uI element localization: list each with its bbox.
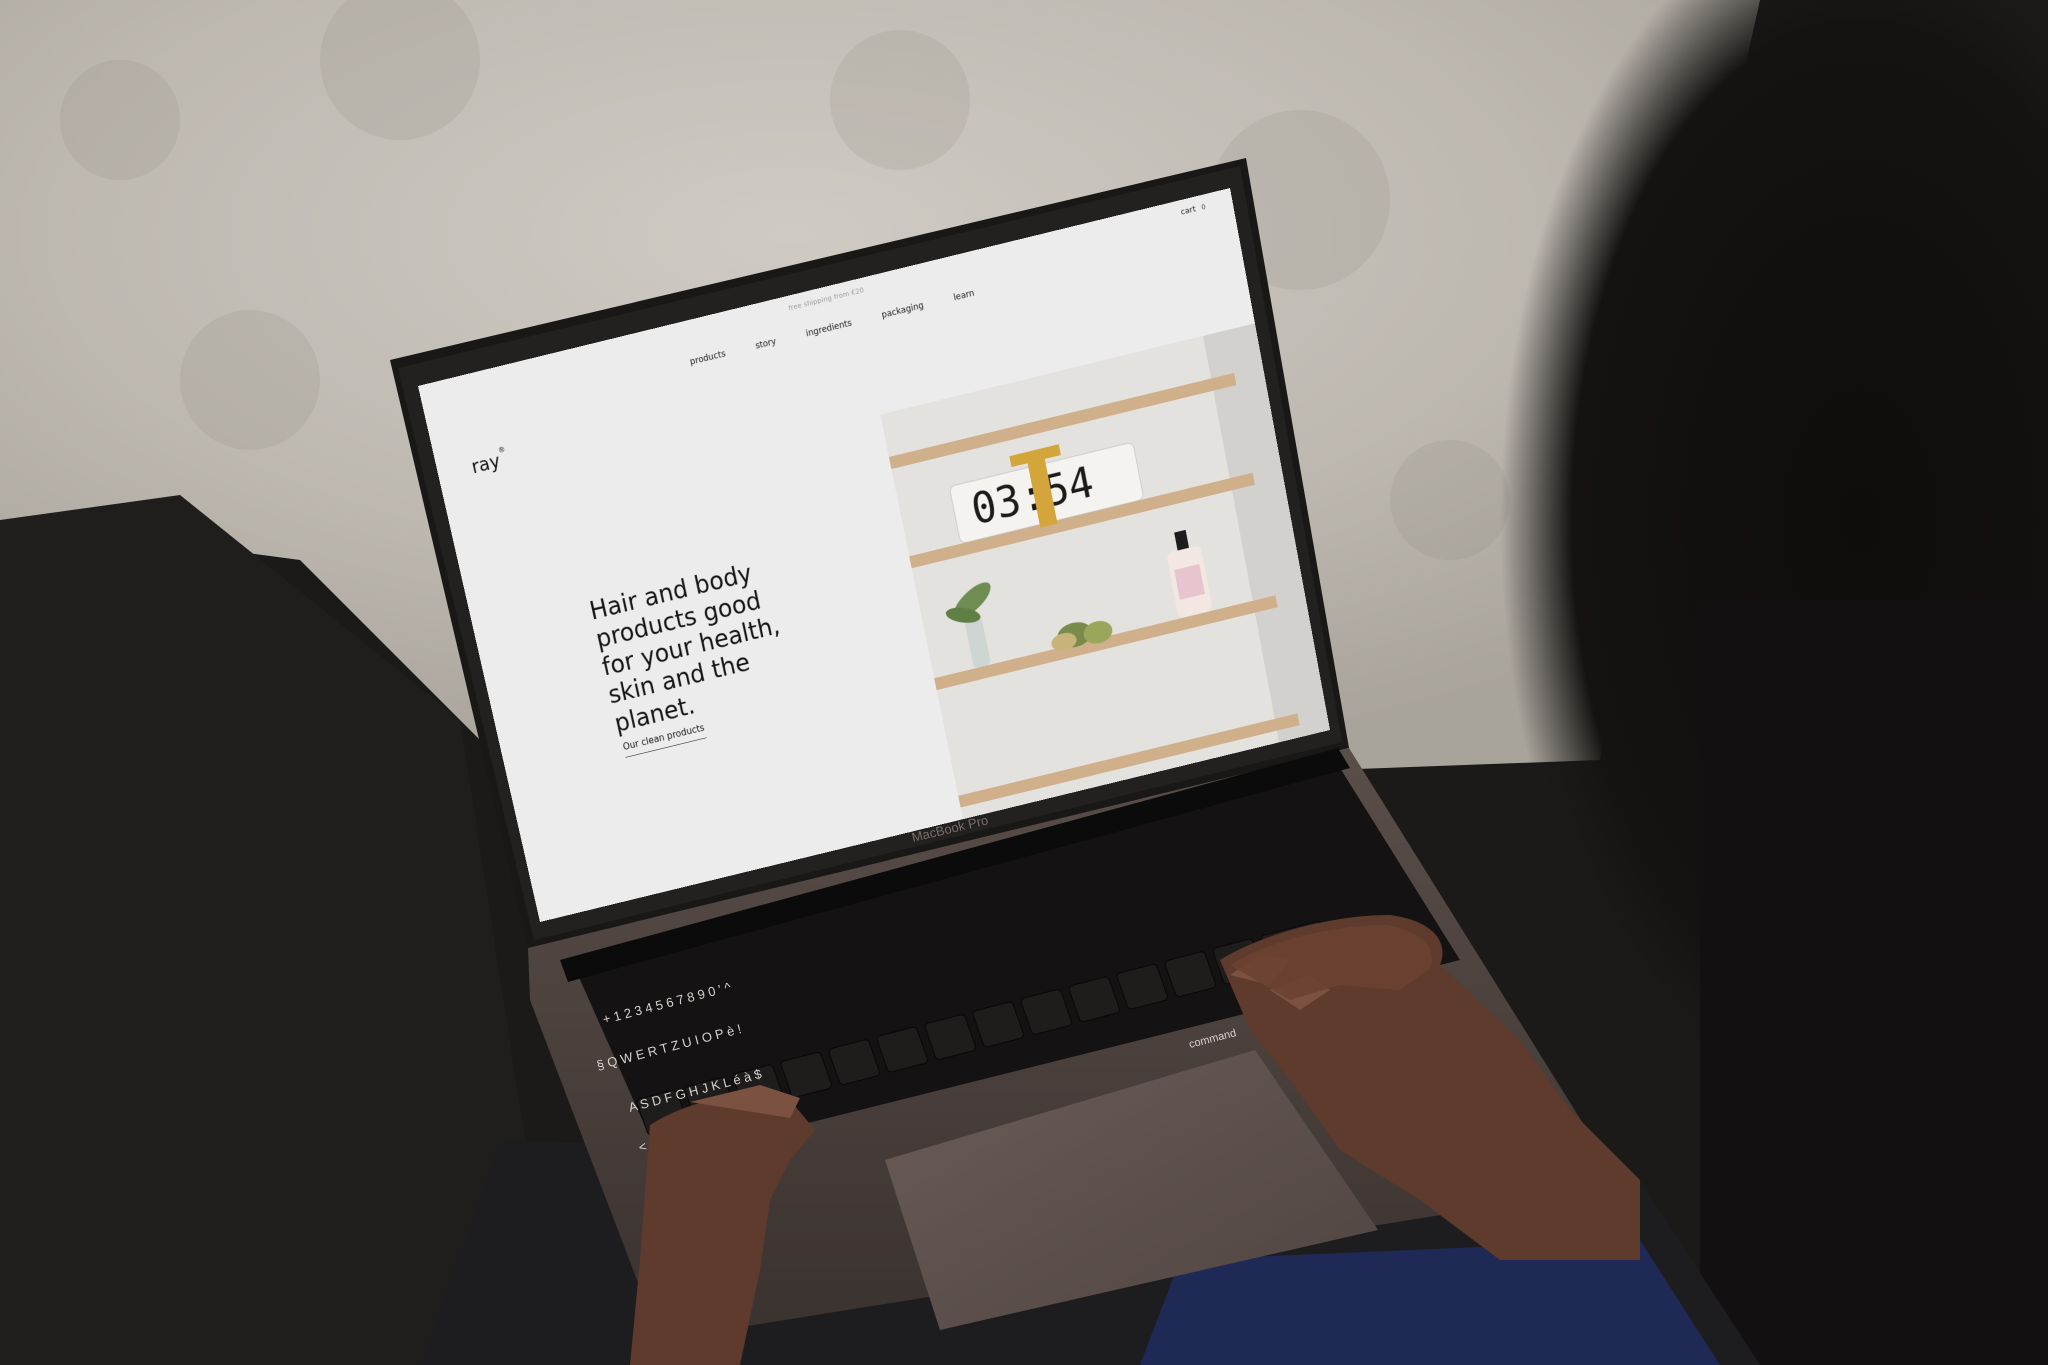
logo-text: ray [470, 450, 503, 478]
nav-item-story[interactable]: story [755, 336, 778, 351]
hero-heading: Hair and body products good for your hea… [587, 552, 806, 738]
cart-link[interactable]: cart 0 [1179, 195, 1208, 226]
cart-label: cart [1180, 204, 1197, 217]
nav-item-ingredients[interactable]: ingredients [805, 318, 853, 339]
logo-registered-mark: ® [497, 445, 506, 455]
site-logo[interactable]: ray® [470, 448, 510, 478]
nav-item-learn[interactable]: learn [953, 288, 975, 303]
nav-item-packaging[interactable]: packaging [881, 300, 925, 320]
hero-photo: 03:54 [880, 323, 1330, 819]
nav-item-products[interactable]: products [689, 349, 726, 367]
